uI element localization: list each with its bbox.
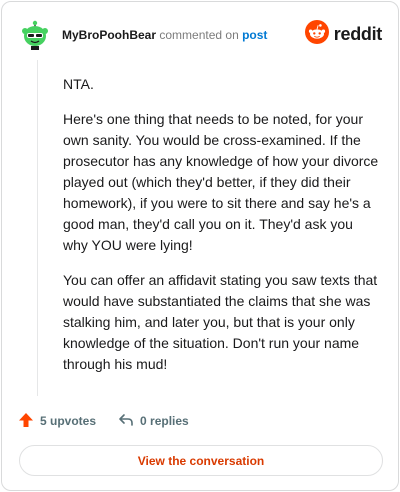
reddit-logo-icon	[304, 19, 329, 49]
upvote-button[interactable]: 5 upvotes	[18, 412, 96, 431]
comment-header: MyBroPoohBear commented on post reddit	[16, 16, 384, 52]
username-link[interactable]: MyBroPoohBear	[62, 28, 156, 42]
comment-card: MyBroPoohBear commented on post reddit N…	[1, 1, 399, 491]
reddit-brand[interactable]: reddit	[304, 19, 383, 49]
user-avatar[interactable]	[19, 19, 51, 51]
comment-paragraph: Here's one thing that needs to be noted,…	[63, 111, 379, 253]
comment-body: NTA. Here's one thing that needs to be n…	[63, 74, 381, 389]
reply-button[interactable]: 0 replies	[118, 412, 189, 431]
commented-on-text: commented on	[159, 28, 239, 42]
reply-count: 0 replies	[140, 414, 189, 428]
thread-line	[37, 60, 38, 396]
post-link[interactable]: post	[242, 28, 267, 42]
comment-paragraph: You can offer an affidavit stating you s…	[63, 272, 378, 372]
reddit-wordmark: reddit	[333, 23, 383, 44]
upvote-count: 5 upvotes	[40, 414, 97, 428]
comment-meta: MyBroPoohBear commented on post	[62, 28, 267, 42]
comment-actions: 5 upvotes 0 replies	[18, 410, 211, 432]
upvote-arrow-icon	[18, 412, 40, 431]
view-conversation-button[interactable]: View the conversation	[19, 445, 383, 476]
reply-arrow-icon	[118, 412, 140, 431]
comment-paragraph: NTA.	[63, 76, 94, 92]
